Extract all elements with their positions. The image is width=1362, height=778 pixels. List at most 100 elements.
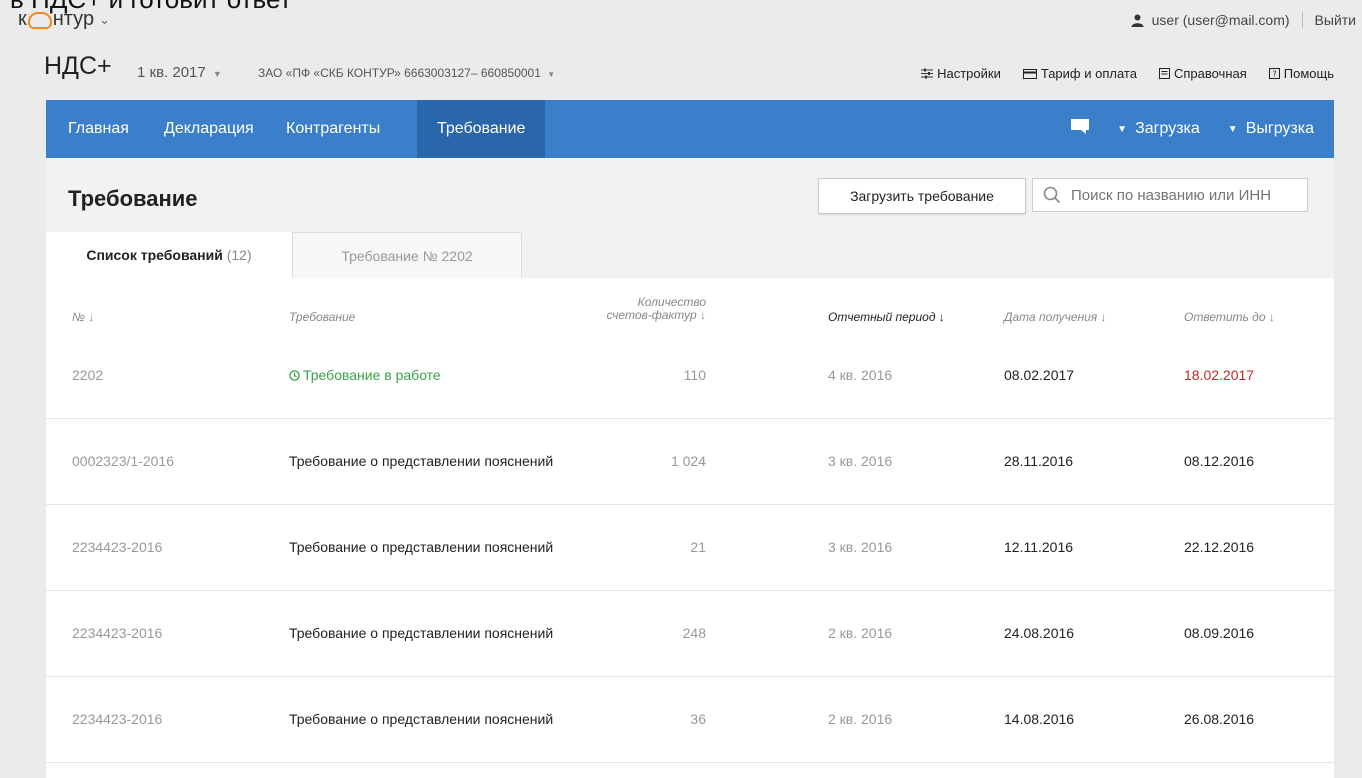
- row-quantity: 110: [683, 367, 706, 383]
- content-panel: Требование Загрузить требование Список т…: [46, 158, 1334, 778]
- chevron-down-icon: ⌄: [99, 11, 110, 27]
- row-period: 3 кв. 2016: [828, 453, 893, 469]
- header-requirement: Требование: [289, 310, 356, 324]
- row-received: 14.08.2016: [1004, 711, 1075, 727]
- user-area: user (user@mail.com) Выйти: [1131, 12, 1356, 28]
- company-selector[interactable]: ЗАО «ПФ «СКБ КОНТУР» 6663003127– 6608500…: [258, 66, 555, 80]
- credit-card-icon: [1022, 68, 1037, 79]
- row-quantity: 36: [690, 711, 706, 727]
- header-period[interactable]: Отчетный период ↓: [828, 310, 945, 324]
- row-requirement[interactable]: Требование о представлении пояснений: [289, 625, 553, 641]
- table-row[interactable]: 2234423-2016 Требование о представлении …: [46, 590, 1334, 677]
- row-received: 12.11.2016: [1004, 539, 1074, 555]
- app-header: НДС+ 1 кв. 2017 ▼ ЗАО «ПФ «СКБ КОНТУР» 6…: [44, 48, 1334, 98]
- tab-requirement-detail[interactable]: Требование № 2202: [292, 232, 522, 278]
- book-icon: [1158, 68, 1170, 79]
- caret-down-icon: ▼: [1117, 123, 1128, 135]
- page-title: Требование: [68, 186, 198, 211]
- user-icon: [1131, 14, 1144, 27]
- company-label: ЗАО «ПФ «СКБ КОНТУР» 6663003127– 6608500…: [258, 66, 541, 80]
- header-received[interactable]: Дата получения ↓: [1004, 310, 1107, 324]
- chat-bubble-icon: [1071, 118, 1090, 134]
- help-link[interactable]: ? Помощь: [1268, 66, 1334, 81]
- header-due[interactable]: Ответить до ↓: [1184, 310, 1275, 324]
- nav-right: ▼ Загрузка ▼ Выгрузка: [1071, 100, 1314, 158]
- download-dropdown[interactable]: ▼ Выгрузка: [1228, 120, 1314, 138]
- row-due: 26.08.2016: [1184, 711, 1255, 727]
- header-num[interactable]: № ↓: [72, 310, 94, 324]
- clock-icon: [289, 370, 300, 381]
- table-row[interactable]: 0002323/1-2016 Требование о представлени…: [46, 418, 1334, 505]
- row-due: 08.09.2016: [1184, 625, 1255, 641]
- nav-item-counterparties[interactable]: Контрагенты: [266, 100, 400, 158]
- kontur-logo[interactable]: к нтур ⌄: [18, 8, 110, 31]
- row-quantity: 1 024: [670, 453, 706, 469]
- table-row[interactable]: 2234423-2016 Требование о представлении …: [46, 676, 1334, 763]
- nav-item-home[interactable]: Главная: [48, 100, 149, 158]
- caret-down-icon: ▼: [547, 70, 556, 79]
- row-received: 24.08.2016: [1004, 625, 1075, 641]
- logo-text-left: к: [18, 8, 27, 30]
- nav-item-declaration[interactable]: Декларация: [144, 100, 274, 158]
- upload-label: Загрузка: [1135, 120, 1200, 137]
- svg-text:?: ?: [1272, 70, 1276, 79]
- logout-link[interactable]: Выйти: [1315, 12, 1356, 28]
- header-links: Настройки Тариф и оплата Справочная ? По…: [921, 66, 1334, 81]
- row-number: 2202: [72, 367, 104, 383]
- table-row[interactable]: 2202 Требование в работе 110 4 кв. 2016 …: [46, 332, 1334, 419]
- top-bar: к нтур ⌄ user (user@mail.com) Выйти: [0, 0, 1362, 36]
- header-quantity-line2: счетов-фактур ↓: [606, 308, 706, 322]
- main-nav: Главная Декларация Контрагенты Требовани…: [46, 100, 1334, 158]
- row-received: 28.11.2016: [1004, 453, 1074, 469]
- row-due: 08.12.2016: [1184, 453, 1255, 469]
- row-received: 08.02.2017: [1004, 367, 1075, 383]
- row-number: 0002323/1-2016: [72, 453, 174, 469]
- logo-mark-icon: [27, 12, 52, 29]
- search-icon: [1043, 186, 1061, 204]
- tariff-label: Тариф и оплата: [1040, 66, 1137, 81]
- tab-count: (12): [226, 247, 252, 263]
- help-icon: ?: [1268, 68, 1280, 79]
- search-input[interactable]: [1069, 185, 1303, 205]
- row-number: 2234423-2016: [72, 625, 163, 641]
- row-requirement[interactable]: Требование в работе: [289, 367, 441, 383]
- period-selector[interactable]: 1 кв. 2017 ▼: [137, 64, 222, 81]
- logo-text-right: нтур: [52, 8, 95, 30]
- row-requirement-label: Требование в работе: [303, 367, 441, 383]
- upload-dropdown[interactable]: ▼ Загрузка: [1117, 120, 1200, 138]
- tab-label: Список требований: [86, 247, 223, 263]
- row-number: 2234423-2016: [72, 539, 163, 555]
- settings-link[interactable]: Настройки: [921, 66, 1001, 81]
- period-label: 1 кв. 2017: [137, 64, 206, 81]
- row-period: 2 кв. 2016: [828, 711, 893, 727]
- nav-item-requirement[interactable]: Требование: [417, 100, 546, 158]
- row-period: 2 кв. 2016: [828, 625, 893, 641]
- help-label: Помощь: [1283, 66, 1334, 81]
- settings-label: Настройки: [937, 66, 1001, 81]
- row-due: 18.02.2017: [1184, 367, 1255, 383]
- row-quantity: 21: [690, 539, 706, 555]
- row-requirement[interactable]: Требование о представлении пояснений: [289, 539, 553, 555]
- download-label: Выгрузка: [1245, 120, 1314, 137]
- load-requirement-button[interactable]: Загрузить требование: [818, 178, 1026, 214]
- row-number: 2234423-2016: [72, 711, 163, 727]
- search-box[interactable]: [1032, 178, 1308, 212]
- tab-requirement-list[interactable]: Список требований (12): [46, 232, 292, 278]
- sliders-icon: [921, 68, 934, 79]
- reference-label: Справочная: [1173, 66, 1247, 81]
- product-title: НДС+: [44, 52, 112, 80]
- user-name[interactable]: user (user@mail.com): [1152, 12, 1290, 28]
- row-quantity: 248: [682, 625, 706, 641]
- row-due: 22.12.2016: [1184, 539, 1255, 555]
- tariff-link[interactable]: Тариф и оплата: [1022, 66, 1137, 81]
- table-row[interactable]: 2234423-2016 Требование о представлении …: [46, 504, 1334, 591]
- reference-link[interactable]: Справочная: [1158, 66, 1247, 81]
- requirements-table: № ↓ Требование Количество счетов-фактур …: [46, 278, 1334, 778]
- header-quantity[interactable]: Количество счетов-фактур ↓: [586, 296, 706, 322]
- row-requirement[interactable]: Требование о представлении пояснений: [289, 453, 553, 469]
- caret-down-icon: ▼: [1227, 123, 1238, 135]
- row-period: 3 кв. 2016: [828, 539, 893, 555]
- row-period: 4 кв. 2016: [828, 367, 893, 383]
- row-requirement[interactable]: Требование о представлении пояснений: [289, 711, 553, 727]
- chat-button[interactable]: [1071, 118, 1090, 140]
